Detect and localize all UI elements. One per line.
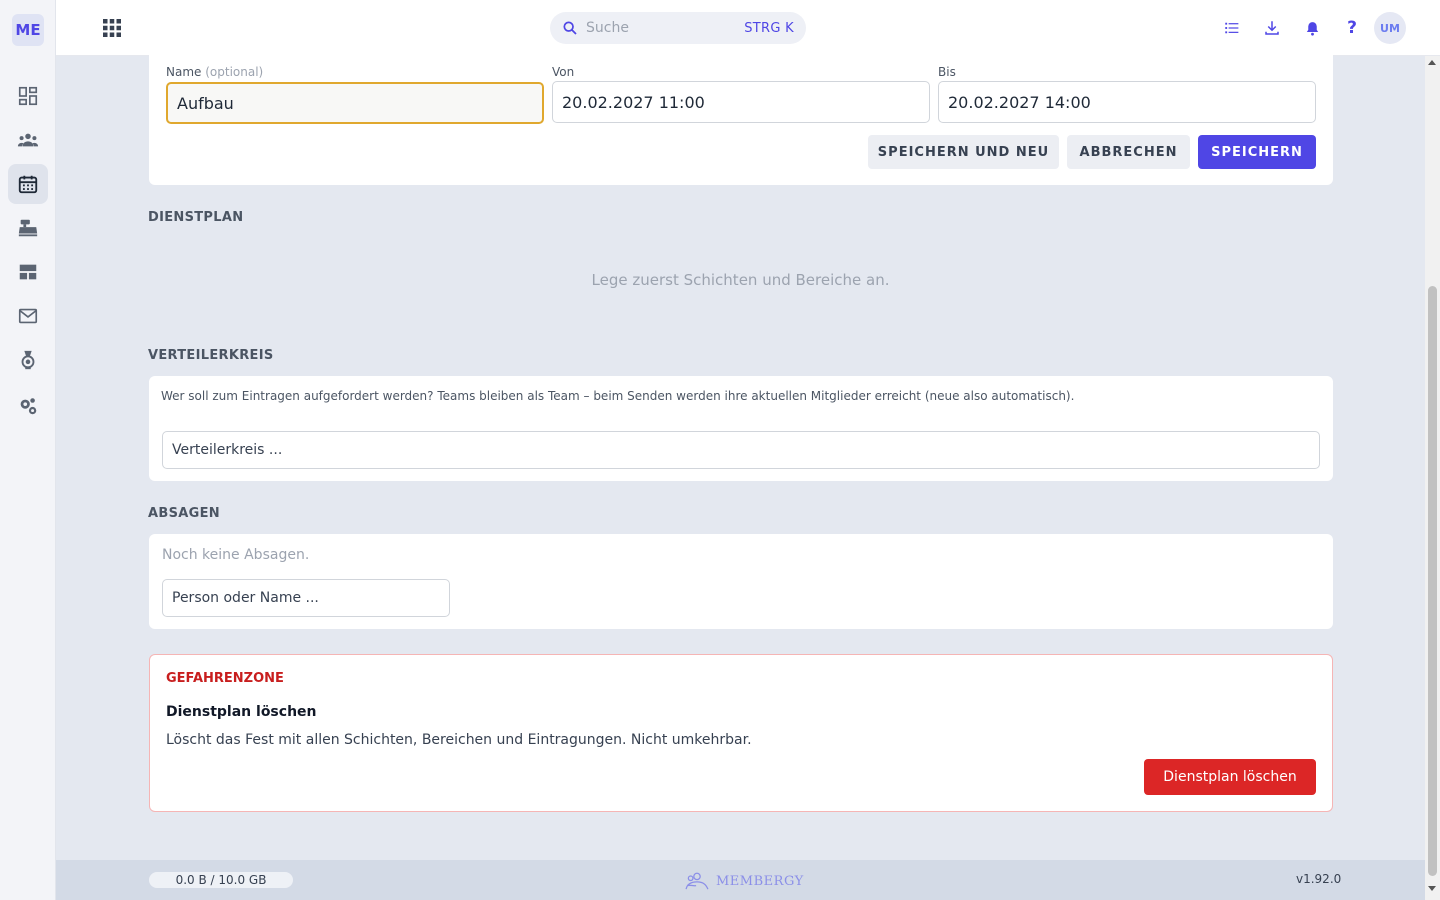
calendar-icon [18, 175, 38, 194]
app-version: v1.92.0 [1296, 872, 1342, 886]
shift-form-card: Name (optional) Aufbau Von 20.02.2027 11… [149, 50, 1333, 185]
absagen-empty-message: Noch keine Absagen. [162, 547, 310, 563]
sidebar-item-dashboard[interactable] [8, 76, 48, 116]
absagen-card: Noch keine Absagen. Person oder Name ... [149, 534, 1333, 629]
footer: 0.0 B / 10.0 GB MEMBERGY v1.92.0 [56, 860, 1425, 900]
scroll-down-icon[interactable] [1428, 886, 1436, 891]
sidebar-item-cashier[interactable] [8, 208, 48, 248]
table-icon [19, 264, 37, 280]
to-label: Bis [938, 65, 956, 79]
from-label: Von [552, 65, 575, 79]
cancel-button[interactable]: ABBRECHEN [1067, 135, 1190, 169]
sidebar-item-tables[interactable] [8, 252, 48, 292]
save-and-new-button[interactable]: SPEICHERN UND NEU [868, 135, 1059, 169]
sidebar-item-awards[interactable] [8, 340, 48, 380]
absagen-title: ABSAGEN [148, 506, 220, 521]
membergy-logo-icon [685, 872, 709, 890]
cash-register-icon [18, 219, 38, 237]
app-grid-icon[interactable] [100, 16, 124, 40]
danger-zone-title: GEFAHRENZONE [166, 671, 284, 686]
top-bar: Suche STRG K ? UM [56, 0, 1440, 56]
verteiler-input[interactable]: Verteilerkreis ... [162, 431, 1320, 469]
absagen-person-input[interactable]: Person oder Name ... [162, 579, 450, 617]
save-button[interactable]: SPEICHERN [1198, 135, 1316, 169]
scroll-up-icon[interactable] [1428, 60, 1436, 65]
search-icon [563, 21, 577, 35]
sidebar-item-calendar[interactable] [8, 164, 48, 204]
search-shortcut: STRG K [744, 20, 794, 36]
brand-logo: MEMBERGY [684, 870, 804, 892]
sidebar-item-members[interactable] [8, 120, 48, 160]
danger-zone-heading: Dienstplan löschen [166, 704, 317, 720]
to-field[interactable]: 20.02.2027 14:00 [938, 81, 1316, 123]
from-field[interactable]: 20.02.2027 11:00 [552, 81, 930, 123]
app-logo[interactable]: ME [12, 14, 44, 46]
gears-icon [20, 398, 37, 415]
verteiler-title: VERTEILERKREIS [148, 348, 274, 363]
dienstplan-title: DIENSTPLAN [148, 210, 244, 225]
danger-zone-description: Löscht das Fest mit allen Schichten, Ber… [166, 732, 752, 748]
mail-icon [18, 308, 38, 324]
list-icon[interactable] [1222, 18, 1242, 38]
search-input[interactable]: Suche STRG K [550, 12, 806, 44]
bell-icon[interactable] [1302, 18, 1322, 38]
name-field[interactable]: Aufbau [166, 82, 544, 124]
people-icon [17, 133, 39, 147]
dienstplan-empty-message: Lege zuerst Schichten und Bereiche an. [591, 271, 890, 289]
storage-usage: 0.0 B / 10.0 GB [149, 872, 293, 888]
sidebar: ME [0, 0, 56, 900]
avatar[interactable]: UM [1374, 12, 1406, 44]
danger-zone-card: GEFAHRENZONE Dienstplan löschen Löscht d… [149, 654, 1333, 812]
name-label: Name (optional) [166, 65, 264, 79]
delete-dienstplan-button[interactable]: Dienstplan löschen [1144, 759, 1316, 795]
sidebar-item-settings[interactable] [8, 386, 48, 426]
scroll-thumb[interactable] [1428, 286, 1437, 876]
page-scrollbar[interactable] [1425, 56, 1440, 900]
download-icon[interactable] [1262, 18, 1282, 38]
help-icon[interactable]: ? [1342, 18, 1362, 38]
search-placeholder: Suche [586, 20, 629, 36]
sidebar-item-mail[interactable] [8, 296, 48, 336]
verteiler-card: Wer soll zum Eintragen aufgefordert werd… [149, 376, 1333, 481]
dashboard-icon [18, 86, 38, 106]
medal-icon [21, 350, 35, 370]
verteiler-hint: Wer soll zum Eintragen aufgefordert werd… [161, 389, 1075, 403]
